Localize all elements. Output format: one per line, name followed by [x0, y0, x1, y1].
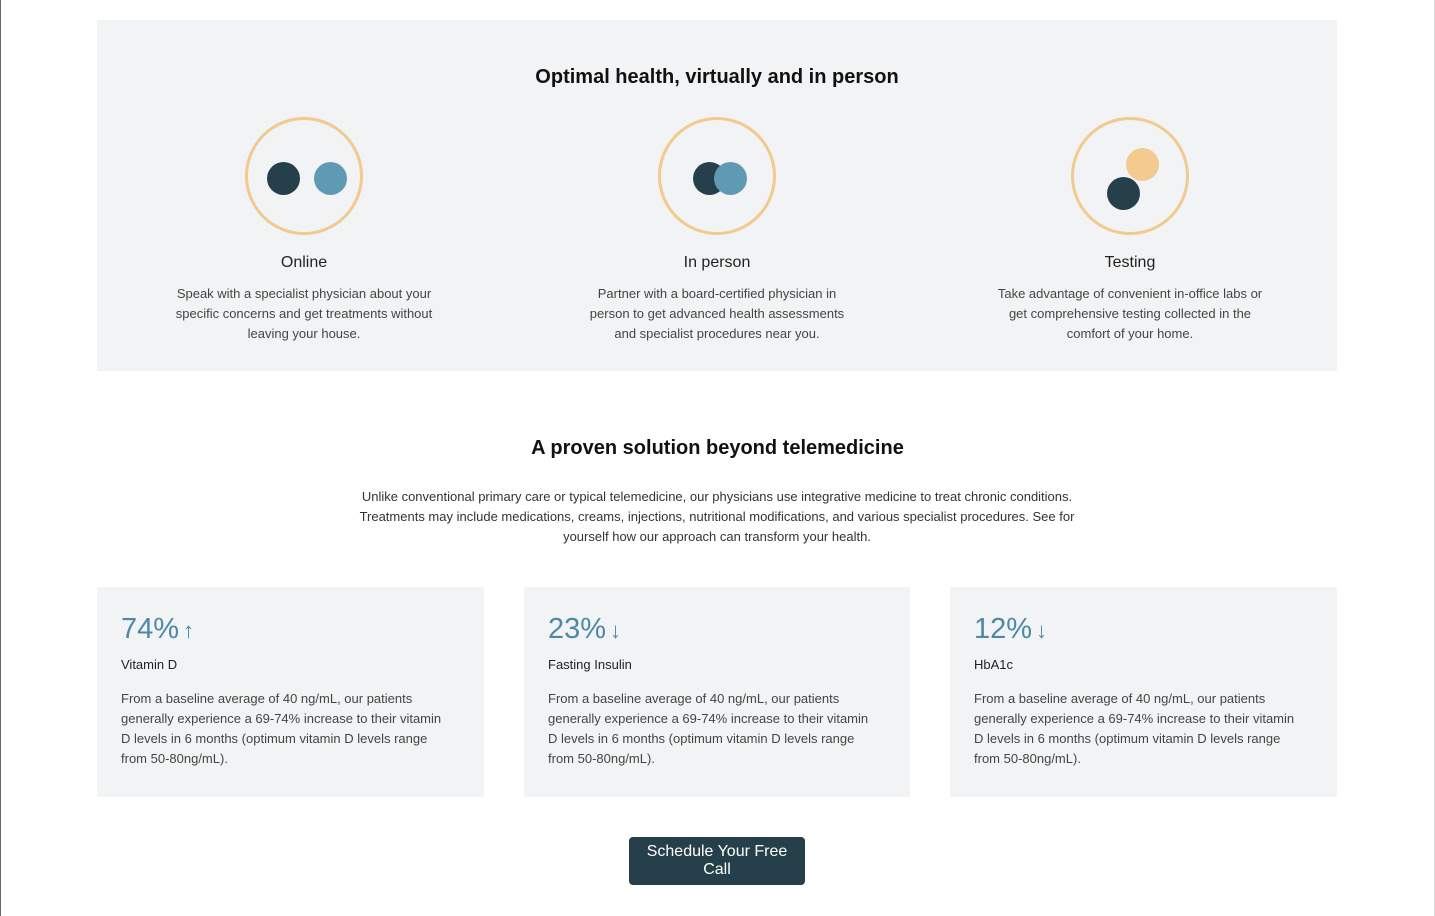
stat-card-hba1c: 12% ↓ HbA1c From a baseline average of 40…	[950, 587, 1337, 797]
stacked-dots-icon	[1071, 117, 1189, 235]
gold-dot	[1126, 148, 1159, 181]
overlapping-dots-icon	[658, 117, 776, 235]
stat-label: Fasting Insulin	[548, 657, 632, 672]
schedule-free-call-button[interactable]: Schedule Your Free Call	[629, 837, 805, 885]
stat-value: 23%	[548, 613, 607, 645]
mode-title: Online	[280, 254, 328, 271]
care-options-title: Optimal health, virtually and in person	[535, 66, 899, 88]
mode-testing: Testing Take advantage of convenient in-…	[980, 117, 1280, 344]
stat-card-vitamin-d: 74% ↑ Vitamin D From a baseline average o…	[97, 587, 484, 797]
care-options-panel: Optimal health, virtually and in person …	[97, 20, 1337, 371]
dark-dot	[1107, 177, 1140, 210]
blue-dot	[714, 162, 747, 195]
stat-value-row: 12% ↓	[974, 611, 1313, 647]
dark-dot	[267, 162, 300, 195]
stat-value: 74%	[121, 613, 180, 645]
stat-value: 12%	[974, 613, 1033, 645]
stat-description: From a baseline average of 40 ng/mL, our…	[548, 691, 869, 766]
mode-title: In person	[683, 254, 751, 271]
results-title: A proven solution beyond telemedicine	[531, 437, 904, 459]
stat-description: From a baseline average of 40 ng/mL, our…	[974, 691, 1295, 766]
stat-label: HbA1c	[974, 657, 1014, 672]
mode-title: Testing	[1104, 254, 1156, 271]
arrow-down-icon: ↓	[610, 618, 622, 643]
stat-description: From a baseline average of 40 ng/mL, our…	[121, 691, 442, 766]
stat-card-fasting-insulin: 23% ↓ Fasting Insulin From a baseline ave…	[524, 587, 910, 797]
stat-value-row: 23% ↓	[548, 611, 886, 647]
mode-online: Online Speak with a specialist physician…	[154, 117, 454, 344]
mode-description: Partner with a board-certified physician…	[589, 286, 845, 341]
arrow-up-icon: ↑	[183, 618, 195, 643]
arrow-down-icon: ↓	[1036, 618, 1048, 643]
mode-in-person: In person Partner with a board-certified…	[567, 117, 867, 344]
mode-description: Speak with a specialist physician about …	[175, 286, 433, 341]
stat-value-row: 74% ↑	[121, 611, 460, 647]
mode-description: Take advantage of convenient in-office l…	[997, 286, 1263, 341]
blue-dot	[314, 162, 347, 195]
two-separate-dots-icon	[245, 117, 363, 235]
stat-label: Vitamin D	[121, 657, 178, 672]
results-description: Unlike conventional primary care or typi…	[359, 489, 1075, 544]
